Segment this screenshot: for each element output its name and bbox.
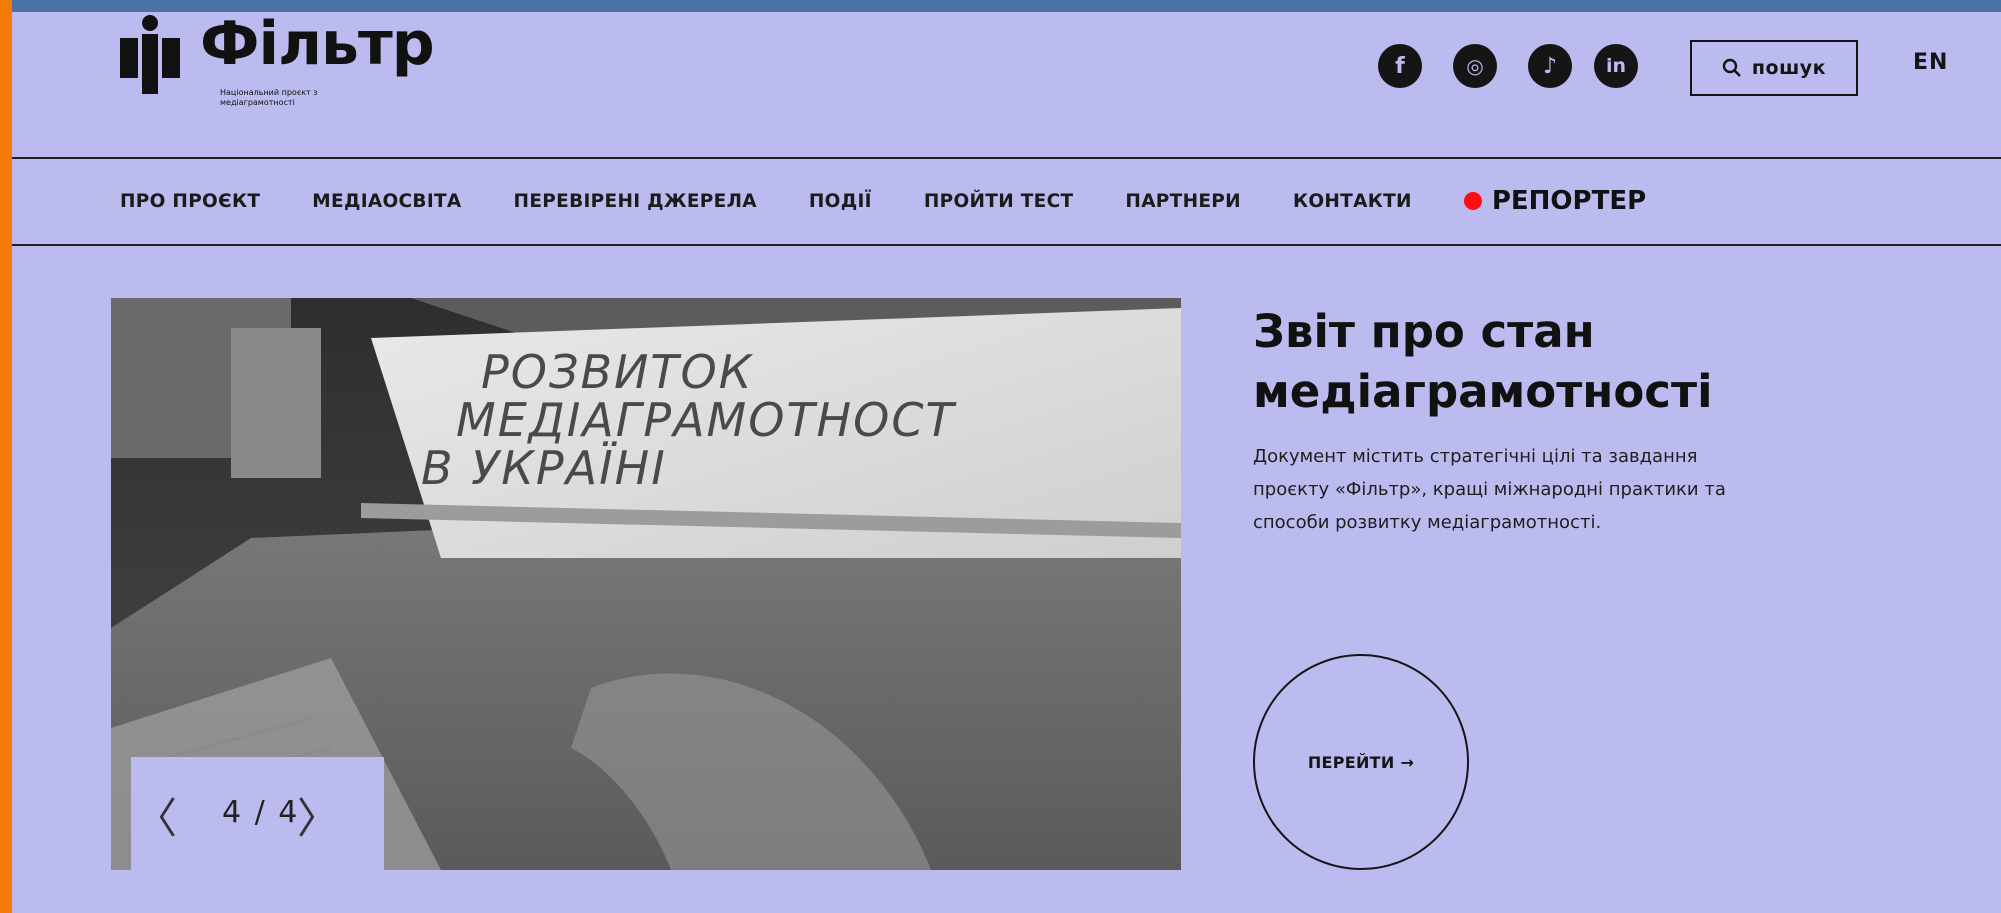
nav-item-reporter[interactable]: РЕПОРТЕР (1463, 186, 1647, 216)
reporter-label: РЕПОРТЕР (1491, 186, 1647, 216)
main-nav: ПРО ПРОЄКТ МЕДІАОСВІТА ПЕРЕВІРЕНІ ДЖЕРЕЛ… (120, 176, 1646, 226)
slider-next-button[interactable]: 〉 (297, 785, 339, 846)
header-divider-bottom (12, 244, 2001, 246)
slider-controls: 〈 4 / 4 〉 (131, 757, 384, 870)
feature-description: Документ містить стратегічні цілі та зав… (1253, 446, 1726, 533)
site-logo[interactable]: Фільтр Національний проєкт з медіаграмот… (120, 9, 440, 124)
facebook-icon[interactable]: f (1378, 44, 1422, 88)
logo-tagline: Національний проєкт з медіаграмотності (220, 88, 318, 107)
search-button[interactable]: пошук (1690, 40, 1858, 96)
nav-item-media-education[interactable]: МЕДІАОСВІТА (312, 191, 461, 212)
nav-item-about[interactable]: ПРО ПРОЄКТ (120, 191, 260, 212)
nav-item-contacts[interactable]: КОНТАКТИ (1293, 191, 1412, 212)
slide-counter: 4 / 4 (222, 795, 300, 830)
search-label: пошук (1751, 57, 1827, 79)
cover-text-line-2: МЕДІАГРАМОТНОСТ (456, 393, 957, 447)
cover-text-line-1: РОЗВИТОК (481, 345, 754, 399)
header-divider-top (12, 157, 2001, 159)
nav-item-events[interactable]: ПОДІЇ (809, 191, 872, 212)
live-dot-icon (1463, 192, 1482, 210)
language-switch[interactable]: EN (1913, 50, 1948, 75)
nav-item-take-test[interactable]: ПРОЙТИ ТЕСТ (924, 191, 1074, 212)
slider-prev-button[interactable]: 〈 (135, 785, 177, 846)
tiktok-icon[interactable]: ♪ (1528, 44, 1572, 88)
logo-mark-icon (120, 15, 180, 94)
instagram-icon[interactable]: ◎ (1453, 44, 1497, 88)
logo-wordmark: Фільтр (200, 9, 435, 79)
page-left-edge-strip (0, 0, 12, 913)
linkedin-icon[interactable]: in (1594, 44, 1638, 88)
nav-item-verified-sources[interactable]: ПЕРЕВІРЕНІ ДЖЕРЕЛА (514, 191, 757, 212)
go-button[interactable]: ПЕРЕЙТИ → (1253, 654, 1469, 870)
cover-text-line-3: В УКРАЇНІ (421, 441, 667, 495)
nav-item-partners[interactable]: ПАРТНЕРИ (1125, 191, 1241, 212)
search-icon (1722, 58, 1741, 77)
go-button-label: ПЕРЕЙТИ → (1307, 752, 1415, 772)
feature-title: Звіт про стан медіаграмотності (1253, 305, 1713, 418)
